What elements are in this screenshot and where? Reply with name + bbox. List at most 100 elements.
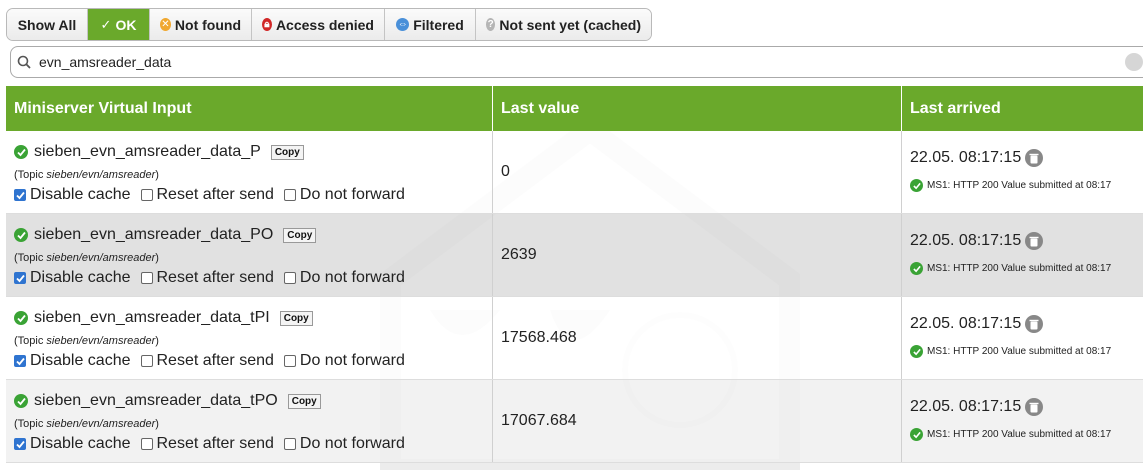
virtual-input-name: sieben_evn_amsreader_data_P (34, 143, 261, 160)
topic-text: (Topic sieben/evn/amsreader) (14, 252, 159, 264)
reset-after-send-label: Reset after send (156, 352, 274, 369)
checkbox-unchecked-icon (140, 189, 153, 201)
checkbox-checked-icon (14, 272, 26, 284)
reset-after-send-checkbox[interactable]: Reset after send (140, 186, 274, 204)
last-arrived-cell: 22.05. 08:17:15 MS1: HTTP 200 Value subm… (902, 380, 1143, 462)
do-not-forward-label: Do not forward (299, 435, 405, 452)
do-not-forward-checkbox[interactable]: Do not forward (283, 352, 405, 370)
filter-cached-button[interactable]: ? Not sent yet (cached) (476, 9, 651, 40)
filter-cached-label: Not sent yet (cached) (499, 16, 641, 33)
disable-cache-checkbox[interactable]: Disable cache (14, 352, 131, 370)
copy-button[interactable]: Copy (283, 227, 317, 243)
disable-cache-checkbox[interactable]: Disable cache (14, 186, 131, 204)
ok-status-icon (14, 145, 28, 159)
table-row: sieben_evn_amsreader_data_tPI Copy (Topi… (6, 297, 1143, 380)
disable-cache-label: Disable cache (30, 269, 131, 286)
status-filter-bar: Show All ✓ OK ✕ Not found 🔒︎ Access deni… (6, 8, 652, 41)
virtual-input-name: sieben_evn_amsreader_data_tPI (34, 309, 270, 326)
arrived-timestamp: 22.05. 08:17:15 (910, 232, 1022, 249)
copy-button[interactable]: Copy (270, 144, 304, 160)
last-value: 17568.468 (501, 329, 577, 346)
do-not-forward-checkbox[interactable]: Do not forward (283, 269, 405, 287)
arrived-timestamp: 22.05. 08:17:15 (910, 398, 1022, 415)
trash-icon[interactable] (1025, 315, 1044, 333)
ok-status-icon (910, 179, 923, 192)
filter-not-found-button[interactable]: ✕ Not found (150, 9, 252, 40)
search-box (10, 46, 1143, 78)
last-value-cell: 0 (493, 131, 902, 213)
send-status-text: MS1: HTTP 200 Value submitted at 08:17 (927, 346, 1112, 357)
trash-icon[interactable] (1025, 398, 1044, 416)
ok-status-icon (910, 428, 923, 441)
filter-show-all-button[interactable]: Show All (7, 9, 88, 40)
topic-text: (Topic sieben/evn/amsreader) (14, 418, 159, 430)
virtual-input-cell: sieben_evn_amsreader_data_PO Copy (Topic… (6, 214, 493, 296)
reset-after-send-label: Reset after send (156, 186, 274, 203)
topic-prefix: (Topic (14, 418, 47, 430)
send-status-text: MS1: HTTP 200 Value submitted at 08:17 (927, 180, 1112, 191)
arrived-timestamp: 22.05. 08:17:15 (910, 149, 1022, 166)
reset-after-send-checkbox[interactable]: Reset after send (140, 435, 274, 453)
filter-show-all-label: Show All (17, 16, 77, 33)
trash-icon[interactable] (1025, 232, 1044, 250)
checkbox-unchecked-icon (283, 189, 296, 201)
access-denied-icon: 🔒︎ (262, 18, 272, 31)
reset-after-send-label: Reset after send (156, 269, 274, 286)
copy-button[interactable]: Copy (287, 393, 321, 409)
send-status-text: MS1: HTTP 200 Value submitted at 08:17 (927, 263, 1112, 274)
table-row: sieben_evn_amsreader_data_PO Copy (Topic… (6, 214, 1143, 297)
clear-search-icon[interactable] (1125, 53, 1143, 71)
topic-prefix: (Topic (14, 252, 47, 264)
checkbox-checked-icon (14, 438, 26, 450)
checkbox-unchecked-icon (283, 272, 296, 284)
check-icon: ✓ (100, 16, 112, 32)
cached-icon: ? (486, 18, 496, 31)
topic-value: sieben/evn/amsreader (46, 252, 156, 264)
disable-cache-label: Disable cache (30, 352, 131, 369)
search-icon (17, 55, 31, 69)
do-not-forward-checkbox[interactable]: Do not forward (283, 186, 405, 204)
filter-access-denied-button[interactable]: 🔒︎ Access denied (252, 9, 385, 40)
checkbox-checked-icon (14, 355, 26, 367)
virtual-input-cell: sieben_evn_amsreader_data_tPO Copy (Topi… (6, 380, 493, 462)
do-not-forward-checkbox[interactable]: Do not forward (283, 435, 405, 453)
last-arrived-cell: 22.05. 08:17:15 MS1: HTTP 200 Value subm… (902, 131, 1143, 213)
filter-not-found-label: Not found (174, 16, 241, 33)
virtual-input-cell: sieben_evn_amsreader_data_P Copy (Topic … (6, 131, 493, 213)
trash-icon[interactable] (1025, 149, 1044, 167)
column-header-virtual-input[interactable]: Miniserver Virtual Input (6, 86, 493, 131)
disable-cache-checkbox[interactable]: Disable cache (14, 435, 131, 453)
copy-button[interactable]: Copy (279, 310, 313, 326)
topic-prefix: (Topic (14, 335, 47, 347)
do-not-forward-label: Do not forward (299, 352, 405, 369)
arrived-timestamp: 22.05. 08:17:15 (910, 315, 1022, 332)
column-header-last-arrived[interactable]: Last arrived (902, 86, 1143, 131)
topic-value: sieben/evn/amsreader (46, 418, 156, 430)
filter-access-denied-label: Access denied (275, 16, 374, 33)
ok-status-icon (14, 311, 28, 325)
search-input[interactable] (37, 53, 1121, 71)
filter-filtered-label: Filtered (413, 16, 464, 33)
disable-cache-checkbox[interactable]: Disable cache (14, 269, 131, 287)
reset-after-send-label: Reset after send (156, 435, 274, 452)
checkbox-unchecked-icon (283, 355, 296, 367)
checkbox-unchecked-icon (140, 272, 153, 284)
table-header: Miniserver Virtual Input Last value Last… (6, 86, 1143, 131)
last-value-cell: 2639 (493, 214, 902, 296)
filter-ok-button[interactable]: ✓ OK (88, 9, 150, 40)
checkbox-unchecked-icon (140, 355, 153, 367)
column-header-last-value[interactable]: Last value (493, 86, 902, 131)
reset-after-send-checkbox[interactable]: Reset after send (140, 352, 274, 370)
ok-status-icon (910, 345, 923, 358)
filter-filtered-button[interactable]: ⇔ Filtered (385, 9, 476, 40)
checkbox-unchecked-icon (283, 438, 296, 450)
filtered-icon: ⇔ (396, 18, 410, 31)
ok-status-icon (14, 228, 28, 242)
topic-suffix: ) (155, 335, 159, 347)
virtual-input-name: sieben_evn_amsreader_data_PO (34, 226, 274, 243)
topic-value: sieben/evn/amsreader (46, 335, 156, 347)
not-found-icon: ✕ (160, 18, 171, 31)
reset-after-send-checkbox[interactable]: Reset after send (140, 269, 274, 287)
checkbox-checked-icon (14, 189, 26, 201)
topic-text: (Topic sieben/evn/amsreader) (14, 169, 159, 181)
